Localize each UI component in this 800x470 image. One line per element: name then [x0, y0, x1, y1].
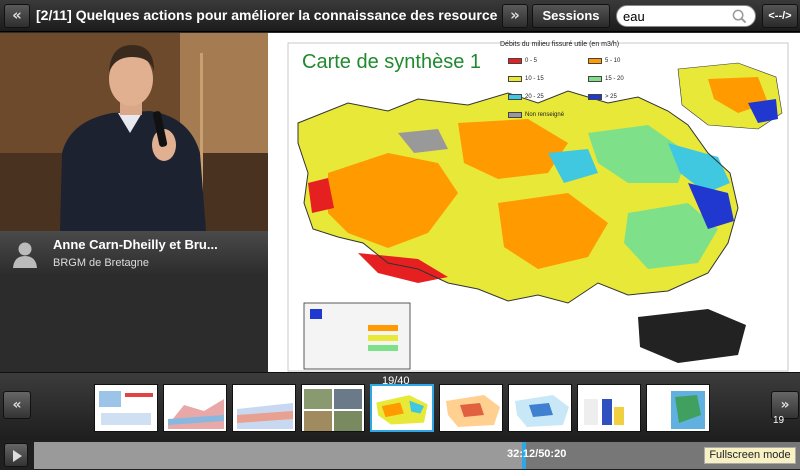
fullscreen-button[interactable]: Fullscreen mode — [704, 447, 796, 464]
legend-item: > 25 — [588, 94, 668, 102]
legend-item: 0 - 5 — [508, 58, 588, 66]
progress-bar[interactable] — [34, 442, 800, 469]
legend-label: 0 - 5 — [525, 58, 538, 64]
player-controls: 32:12/50:20 Fullscreen mode — [0, 440, 800, 470]
slide-thumbnail[interactable] — [301, 384, 365, 432]
slide-thumbnail-current[interactable] — [370, 384, 434, 432]
slide-thumbnail[interactable] — [232, 384, 296, 432]
legend-swatch — [508, 112, 522, 118]
next-session-button[interactable]: » — [502, 4, 528, 28]
legend-item: 20 - 25 — [508, 94, 588, 102]
legend-label: 5 - 10 — [605, 58, 621, 64]
legend-item: 10 - 15 — [508, 76, 588, 84]
speaker-name: Anne Carn-Dheilly et Bru... — [53, 237, 218, 252]
slide-thumbnail[interactable] — [508, 384, 572, 432]
speaker-organization: BRGM de Bretagne — [53, 257, 149, 269]
speaker-video[interactable] — [0, 33, 268, 231]
slide-title: Carte de synthèse 1 — [302, 51, 481, 73]
slide-thumbnail[interactable] — [577, 384, 641, 432]
left-panel-background — [0, 275, 268, 372]
legend-swatch — [508, 58, 522, 64]
legend-swatch — [508, 94, 522, 100]
slide-thumbnail[interactable] — [646, 384, 710, 432]
slide-view[interactable]: Carte de synthèse 1 Débits du milieu fis… — [268, 33, 800, 372]
filmstrip-slide-number: 19 — [773, 415, 785, 426]
search-icon[interactable] — [732, 9, 747, 24]
filmstrip-prev-button[interactable]: « — [3, 391, 31, 419]
slide-counter: 19/40 — [382, 375, 410, 387]
progress-fill — [34, 442, 525, 469]
previous-session-button[interactable]: « — [4, 4, 30, 28]
slide-filmstrip: « 19/40 » 19 — [0, 372, 800, 440]
embed-code-button[interactable]: <--/> — [762, 4, 798, 28]
slide-thumbnail[interactable] — [163, 384, 227, 432]
legend-item: 5 - 10 — [588, 58, 668, 66]
play-button[interactable] — [4, 443, 28, 467]
legend-label: > 25 — [605, 94, 617, 100]
legend-label: 15 - 20 — [605, 76, 624, 82]
slide-thumbnail[interactable] — [94, 384, 158, 432]
legend-label: 20 - 25 — [525, 94, 544, 100]
speaker-video-frame — [0, 33, 268, 231]
legend-title: Débits du milieu fissuré utile (en m3/h) — [500, 41, 620, 48]
playback-time: 32:12/50:20 — [507, 448, 567, 460]
legend-item: Non renseigné — [508, 112, 668, 120]
legend-swatch — [508, 76, 522, 82]
legend-swatch — [588, 58, 602, 64]
legend-label: Non renseigné — [525, 112, 565, 118]
map-legend: 0 - 5 5 - 10 10 - 15 15 - 20 20 - 25 > 25 Non … — [508, 51, 668, 123]
avatar-icon — [13, 242, 37, 268]
session-title: [2/11] Quelques actions pour améliorer l… — [36, 7, 498, 23]
speaker-info: Anne Carn-Dheilly et Bru... BRGM de Bret… — [0, 231, 268, 275]
legend-swatch — [588, 94, 602, 100]
legend-label: 10 - 15 — [525, 76, 544, 82]
search-input[interactable] — [623, 8, 727, 25]
legend-item: 15 - 20 — [588, 76, 668, 84]
legend-swatch — [588, 76, 602, 82]
top-bar: « [2/11] Quelques actions pour améliorer… — [0, 0, 800, 32]
search-box — [616, 5, 756, 27]
slide-thumbnail[interactable] — [439, 384, 503, 432]
sessions-button[interactable]: Sessions — [532, 4, 610, 28]
